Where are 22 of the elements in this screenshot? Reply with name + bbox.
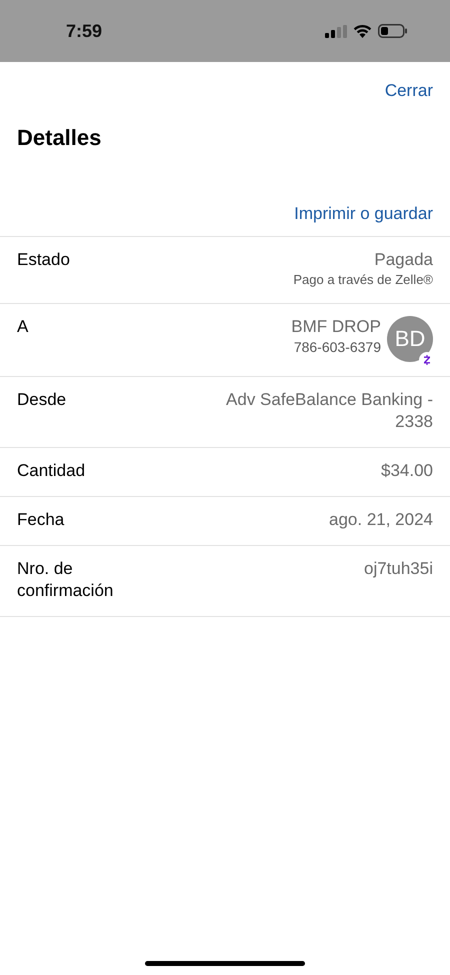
row-label: Cantidad xyxy=(17,460,86,482)
row-value: $34.00 xyxy=(381,460,433,482)
battery-icon xyxy=(378,24,408,38)
row-label: A xyxy=(17,316,30,338)
phone-number: 786-603-6379 xyxy=(294,338,381,356)
row-label: Estado xyxy=(17,249,71,271)
wifi-icon xyxy=(353,24,372,38)
close-link[interactable]: Cerrar xyxy=(384,81,433,101)
avatar: BD xyxy=(387,316,433,362)
row-value: Adv SafeBalance Banking - 2338 xyxy=(225,389,433,433)
row-value: BMF DROP xyxy=(291,316,381,338)
page-title: Detalles xyxy=(16,124,102,152)
row-label: Nro. de confirmación xyxy=(17,558,114,602)
row-value: Pagada xyxy=(374,249,433,271)
row-value: oj7tuh35i xyxy=(364,558,433,580)
row-note: Pago a través de Zelle® xyxy=(293,271,433,289)
status-time: 7:59 xyxy=(66,20,102,42)
print-link[interactable]: Imprimir o guardar xyxy=(294,204,433,224)
row-label: Desde xyxy=(17,389,68,411)
signal-icon xyxy=(325,24,347,38)
row-label: Fecha xyxy=(17,509,66,531)
row-value: ago. 21, 2024 xyxy=(329,509,433,531)
